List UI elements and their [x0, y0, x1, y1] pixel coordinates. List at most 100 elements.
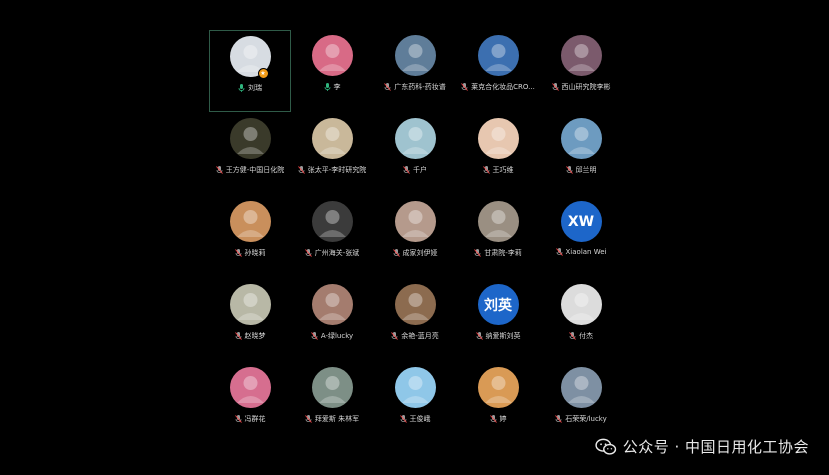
mic-muted-icon — [234, 249, 242, 257]
participant-tile[interactable]: 余艳-蓝月亮 — [374, 279, 456, 361]
participant-tile[interactable]: A-绿lucky — [291, 279, 373, 361]
photo-avatar-icon — [484, 44, 512, 71]
mic-muted-icon — [474, 249, 482, 257]
participant-name: 付杰 — [579, 332, 593, 340]
participant-tile[interactable]: 王俊峨 — [374, 362, 456, 444]
participant-tile[interactable]: 孙晓莉 — [209, 196, 291, 278]
wechat-icon — [595, 438, 616, 455]
avatar — [394, 284, 436, 325]
mic-muted-icon — [565, 166, 573, 174]
avatar — [311, 284, 353, 325]
participant-tile[interactable]: 王巧维 — [457, 113, 539, 195]
participant-tile[interactable]: 冯群花 — [209, 362, 291, 444]
participant-name: 千户 — [413, 166, 427, 174]
avatar — [229, 118, 271, 159]
avatar — [311, 201, 353, 242]
participant-tile[interactable]: 李 — [291, 30, 373, 112]
participant-name: A-绿lucky — [320, 332, 354, 340]
photo-avatar-icon — [401, 210, 429, 237]
participant-name: Xiaolan Wei — [565, 248, 607, 256]
photo-avatar-icon — [236, 293, 264, 320]
avatar — [477, 35, 519, 76]
mic-muted-icon — [475, 332, 483, 340]
participant-label: 付杰 — [569, 331, 593, 341]
participant-tile[interactable]: 赵晓梦 — [209, 279, 291, 361]
mic-muted-icon — [234, 415, 242, 423]
participant-name: 成家刘伊娅 — [402, 249, 438, 257]
participant-tile[interactable]: 婷 — [457, 362, 539, 444]
avatar — [560, 284, 602, 325]
participant-label: 王巧维 — [482, 165, 514, 175]
participant-tile[interactable]: 成家刘伊娅 — [374, 196, 456, 278]
photo-avatar-icon — [401, 127, 429, 154]
avatar — [560, 35, 602, 76]
avatar — [394, 118, 436, 159]
participant-name: 甘肃院-李莉 — [484, 249, 522, 257]
photo-avatar-icon — [567, 127, 595, 154]
participant-tile[interactable]: 莱克合化妆品CRO... — [457, 30, 539, 112]
avatar-initials: 刘英 — [484, 297, 512, 314]
participant-label: 赵晓梦 — [234, 331, 266, 341]
photo-avatar-icon — [318, 376, 346, 403]
participant-tile[interactable]: 石荣荣/lucky — [540, 362, 622, 444]
participant-tile[interactable]: 西山研究院李彬 — [540, 30, 622, 112]
photo-avatar-icon — [318, 44, 346, 71]
participant-label: 张太平-李时研究院 — [297, 165, 367, 175]
participant-label: 莱克合化妆品CRO... — [461, 82, 535, 92]
participant-tile[interactable]: 广州海关-张斌 — [291, 196, 373, 278]
participant-tile[interactable]: XW Xiaolan Wei — [540, 196, 622, 278]
avatar — [229, 201, 271, 242]
participant-tile[interactable]: 付杰 — [540, 279, 622, 361]
photo-avatar-icon — [567, 44, 595, 71]
participant-label: 王俊峨 — [399, 414, 431, 424]
participant-name: 石荣荣/lucky — [565, 415, 607, 423]
mic-muted-icon — [234, 332, 242, 340]
photo-avatar-icon — [318, 210, 346, 237]
participant-tile[interactable]: 甘肃院-李莉 — [457, 196, 539, 278]
participant-name: 广东药科-药妆谱 — [394, 83, 446, 91]
participant-label: 余艳-蓝月亮 — [391, 331, 439, 341]
participant-tile[interactable]: 千户 — [374, 113, 456, 195]
participant-name: 赵晓梦 — [244, 332, 266, 340]
avatar — [560, 118, 602, 159]
participant-label: 广州海关-张斌 — [304, 248, 359, 258]
participant-tile[interactable]: 拜爱斯 朱林军 — [291, 362, 373, 444]
participant-label: 拜爱斯 朱林军 — [305, 414, 359, 424]
mic-muted-icon — [392, 249, 400, 257]
participant-label: 邱兰明 — [565, 165, 597, 175]
watermark-text: 公众号 · 中国日用化工协会 — [622, 438, 809, 456]
avatar — [477, 118, 519, 159]
participant-name: 张太平-李时研究院 — [307, 166, 367, 174]
mic-muted-icon — [297, 166, 305, 174]
participant-label: 冯群花 — [234, 414, 266, 424]
avatar — [394, 201, 436, 242]
avatar — [560, 367, 602, 408]
participant-tile[interactable]: 王方健-中国日化院 — [209, 113, 291, 195]
participant-label: Xiaolan Wei — [555, 248, 607, 256]
participant-tile[interactable]: 邱兰明 — [540, 113, 622, 195]
participant-name: 纳爱斯刘英 — [485, 332, 521, 340]
participant-label: 成家刘伊娅 — [392, 248, 438, 258]
photo-avatar-icon — [318, 293, 346, 320]
participant-label: 孙晓莉 — [234, 248, 266, 258]
participant-label: 王方健-中国日化院 — [215, 165, 284, 175]
participant-tile[interactable]: 广东药科-药妆谱 — [374, 30, 456, 112]
mic-muted-icon — [461, 83, 469, 91]
participant-name: 莱克合化妆品CRO... — [471, 83, 535, 91]
participant-tile[interactable]: ★ 刘瑞 — [209, 30, 291, 112]
mic-muted-icon — [391, 332, 399, 340]
participant-tile[interactable]: 张太平-李时研究院 — [291, 113, 373, 195]
photo-avatar-icon — [401, 44, 429, 71]
participant-tile[interactable]: 刘英 纳爱斯刘英 — [457, 279, 539, 361]
avatar — [311, 35, 353, 76]
participant-label: 千户 — [403, 165, 427, 175]
photo-avatar-icon — [401, 293, 429, 320]
participant-name: 拜爱斯 朱林军 — [314, 415, 360, 423]
cartoon-avatar-icon — [484, 210, 512, 237]
avatar — [477, 201, 519, 242]
avatar — [311, 367, 353, 408]
cartoon-avatar-icon — [484, 127, 512, 154]
participant-label: 广东药科-药妆谱 — [384, 82, 446, 92]
photo-avatar-icon — [401, 376, 429, 403]
photo-avatar-icon — [567, 376, 595, 403]
